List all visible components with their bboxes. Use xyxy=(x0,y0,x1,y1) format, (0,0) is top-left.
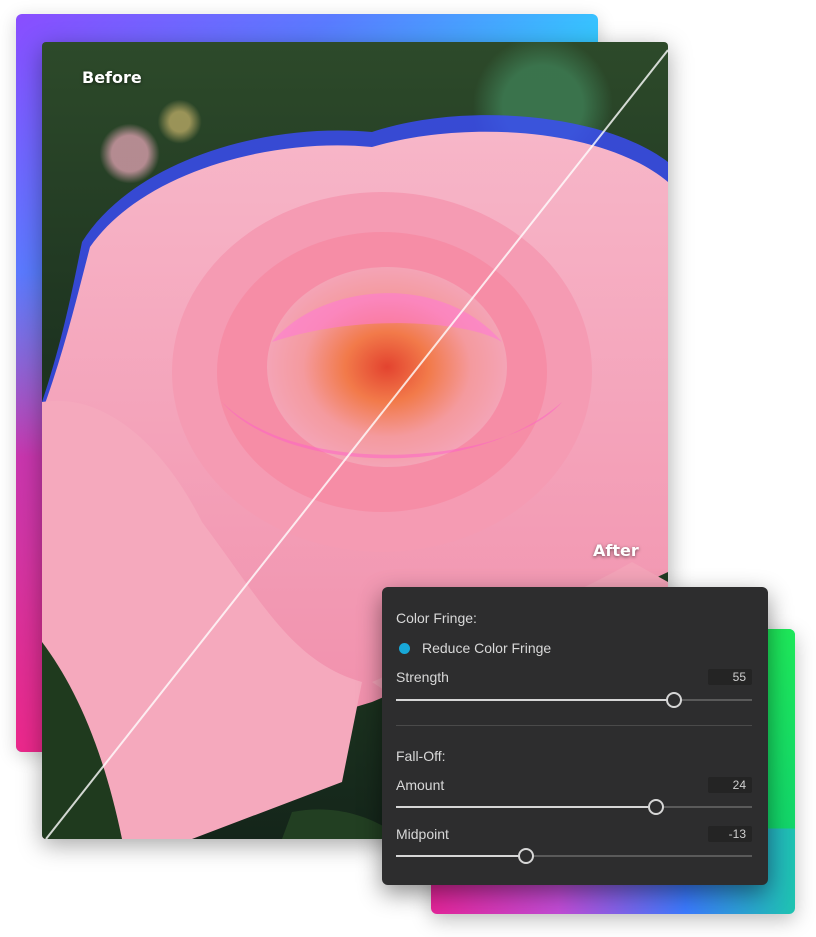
midpoint-label: Midpoint xyxy=(396,826,449,842)
strength-slider-fill xyxy=(396,699,674,701)
amount-label: Amount xyxy=(396,777,445,793)
before-label: Before xyxy=(82,68,142,87)
reduce-color-fringe-label[interactable]: Reduce Color Fringe xyxy=(422,640,551,656)
strength-label: Strength xyxy=(396,669,449,685)
strength-slider[interactable] xyxy=(396,692,752,708)
radio-selected-icon[interactable] xyxy=(399,643,410,654)
after-label: After xyxy=(593,541,639,560)
strength-value[interactable]: 55 xyxy=(708,669,752,685)
stage: Before After Color Fringe: Reduce Color … xyxy=(0,0,816,937)
falloff-title: Fall-Off: xyxy=(396,748,446,764)
color-fringe-panel: Color Fringe: Reduce Color Fringe Streng… xyxy=(382,587,768,885)
strength-slider-thumb[interactable] xyxy=(665,692,682,708)
amount-slider[interactable] xyxy=(396,799,752,815)
midpoint-slider-thumb[interactable] xyxy=(517,848,534,864)
color-fringe-title: Color Fringe: xyxy=(396,610,477,626)
midpoint-value[interactable]: -13 xyxy=(708,826,752,842)
midpoint-slider[interactable] xyxy=(396,848,752,864)
section-divider xyxy=(396,725,752,726)
midpoint-slider-fill xyxy=(396,855,526,857)
amount-value[interactable]: 24 xyxy=(708,777,752,793)
amount-slider-fill xyxy=(396,806,656,808)
amount-slider-thumb[interactable] xyxy=(647,799,664,815)
